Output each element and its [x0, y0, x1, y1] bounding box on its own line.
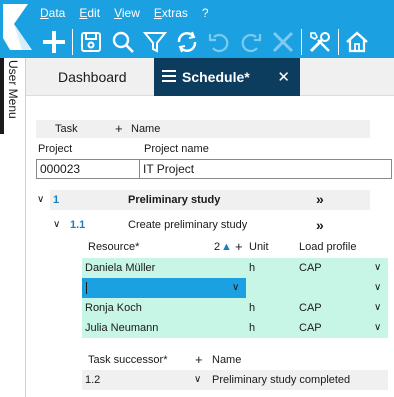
task-column-header: Task	[55, 123, 78, 135]
close-tab-icon[interactable]: ✕	[277, 68, 290, 86]
collapse-task-1-icon[interactable]: ∨	[37, 194, 44, 205]
load-profile-cell[interactable]: CAP	[299, 302, 322, 314]
filter-icon	[143, 32, 167, 53]
menu-extras[interactable]: Extras	[154, 4, 188, 22]
undo-button[interactable]	[203, 27, 235, 57]
hamburger-icon[interactable]	[162, 70, 176, 85]
home-icon	[346, 31, 368, 53]
name-column-header: Name	[131, 123, 161, 135]
unit-cell[interactable]: h	[249, 322, 255, 334]
resource-cell[interactable]: Ronja Koch	[85, 302, 142, 314]
task-1-1-more-button[interactable]: »	[316, 217, 324, 233]
load-profile-dropdown-icon[interactable]: ∨	[374, 282, 381, 293]
load-profile-dropdown-icon[interactable]: ∨	[374, 262, 381, 273]
menu-bar: Data Edit View Extras ?	[40, 4, 223, 22]
user-menu-panel[interactable]: User Menu	[0, 58, 26, 397]
successor-name-label: Name	[212, 354, 242, 366]
user-menu-handle[interactable]	[0, 58, 4, 134]
tab-dashboard[interactable]: Dashboard	[34, 58, 154, 96]
task-1-number: 1	[53, 194, 60, 206]
resource-dropdown-selected[interactable]	[82, 278, 246, 298]
close-icon	[272, 31, 294, 53]
sort-up-icon[interactable]: ▲	[221, 241, 232, 253]
task-1-more-button[interactable]: »	[316, 191, 324, 207]
refresh-icon	[177, 31, 197, 53]
task-successor-label: Task successor*	[88, 354, 168, 366]
tab-bar: Dashboard Schedule* ✕	[26, 58, 394, 96]
search-icon	[112, 31, 134, 53]
toolbar	[38, 26, 373, 58]
toolbar-divider	[301, 29, 302, 55]
task-1-1-number: 1.1	[70, 219, 86, 231]
tools-button[interactable]	[304, 27, 336, 57]
delete-button[interactable]	[267, 27, 299, 57]
user-menu-label: User Menu	[6, 60, 20, 119]
plus-icon	[43, 31, 65, 53]
save-button[interactable]	[75, 27, 107, 57]
menu-help[interactable]: ?	[202, 4, 209, 22]
tab-schedule[interactable]: Schedule* ✕	[154, 58, 300, 96]
resource-column-header: Resource*	[88, 241, 140, 253]
tab-schedule-label: Schedule*	[182, 69, 250, 85]
project-name-field[interactable]: IT Project	[139, 159, 392, 179]
save-icon	[81, 32, 101, 52]
load-profile-dropdown-icon[interactable]: ∨	[374, 322, 381, 333]
filter-button[interactable]	[139, 27, 171, 57]
successor-task-cell[interactable]: 1.2	[85, 374, 100, 386]
load-profile-column-header: Load profile	[299, 241, 357, 253]
add-successor-icon[interactable]: +	[195, 352, 203, 367]
task-1-name: Preliminary study	[128, 194, 221, 206]
unit-column-header: Unit	[249, 241, 269, 253]
unit-cell[interactable]: h	[249, 262, 255, 274]
add-resource-icon[interactable]: +	[235, 239, 243, 254]
project-name-label: Project name	[144, 143, 209, 155]
refresh-button[interactable]	[171, 27, 203, 57]
project-label: Project	[38, 143, 73, 155]
task-header-row	[36, 120, 370, 138]
resource-sort-count: 2	[214, 241, 221, 253]
home-button[interactable]	[341, 27, 373, 57]
resource-cell[interactable]: Julia Neumann	[85, 322, 158, 334]
load-profile-cell[interactable]: CAP	[299, 262, 322, 274]
app-logo	[0, 0, 36, 58]
new-button[interactable]	[38, 27, 70, 57]
redo-button[interactable]	[235, 27, 267, 57]
text-cursor	[86, 282, 87, 294]
project-field[interactable]: 000023	[36, 159, 140, 179]
successor-dropdown-icon[interactable]: ∨	[194, 374, 201, 385]
search-button[interactable]	[107, 27, 139, 57]
tab-dashboard-label: Dashboard	[58, 69, 127, 85]
load-profile-cell[interactable]: CAP	[299, 322, 322, 334]
successor-name-cell: Preliminary study completed	[212, 374, 351, 386]
unit-cell[interactable]: h	[249, 302, 255, 314]
top-bar: Data Edit View Extras ?	[0, 0, 394, 58]
resource-cell[interactable]: Daniela Müller	[85, 262, 155, 274]
tools-icon	[309, 32, 330, 53]
resource-dropdown-icon[interactable]: ∨	[232, 282, 239, 293]
menu-view[interactable]: View	[114, 4, 140, 22]
toolbar-divider	[72, 29, 73, 55]
logo-icon	[3, 4, 32, 50]
menu-edit[interactable]: Edit	[79, 4, 100, 22]
redo-icon	[241, 33, 262, 53]
schedule-content: Task + Name Project Project name 000023 …	[34, 98, 394, 397]
collapse-task-1-1-icon[interactable]: ∨	[53, 219, 60, 230]
load-profile-dropdown-icon[interactable]: ∨	[374, 302, 381, 313]
toolbar-divider	[338, 29, 339, 55]
task-1-1-name: Create preliminary study	[128, 219, 248, 231]
add-task-icon[interactable]: +	[115, 121, 123, 136]
menu-data[interactable]: Data	[40, 4, 65, 22]
undo-icon	[208, 33, 229, 53]
